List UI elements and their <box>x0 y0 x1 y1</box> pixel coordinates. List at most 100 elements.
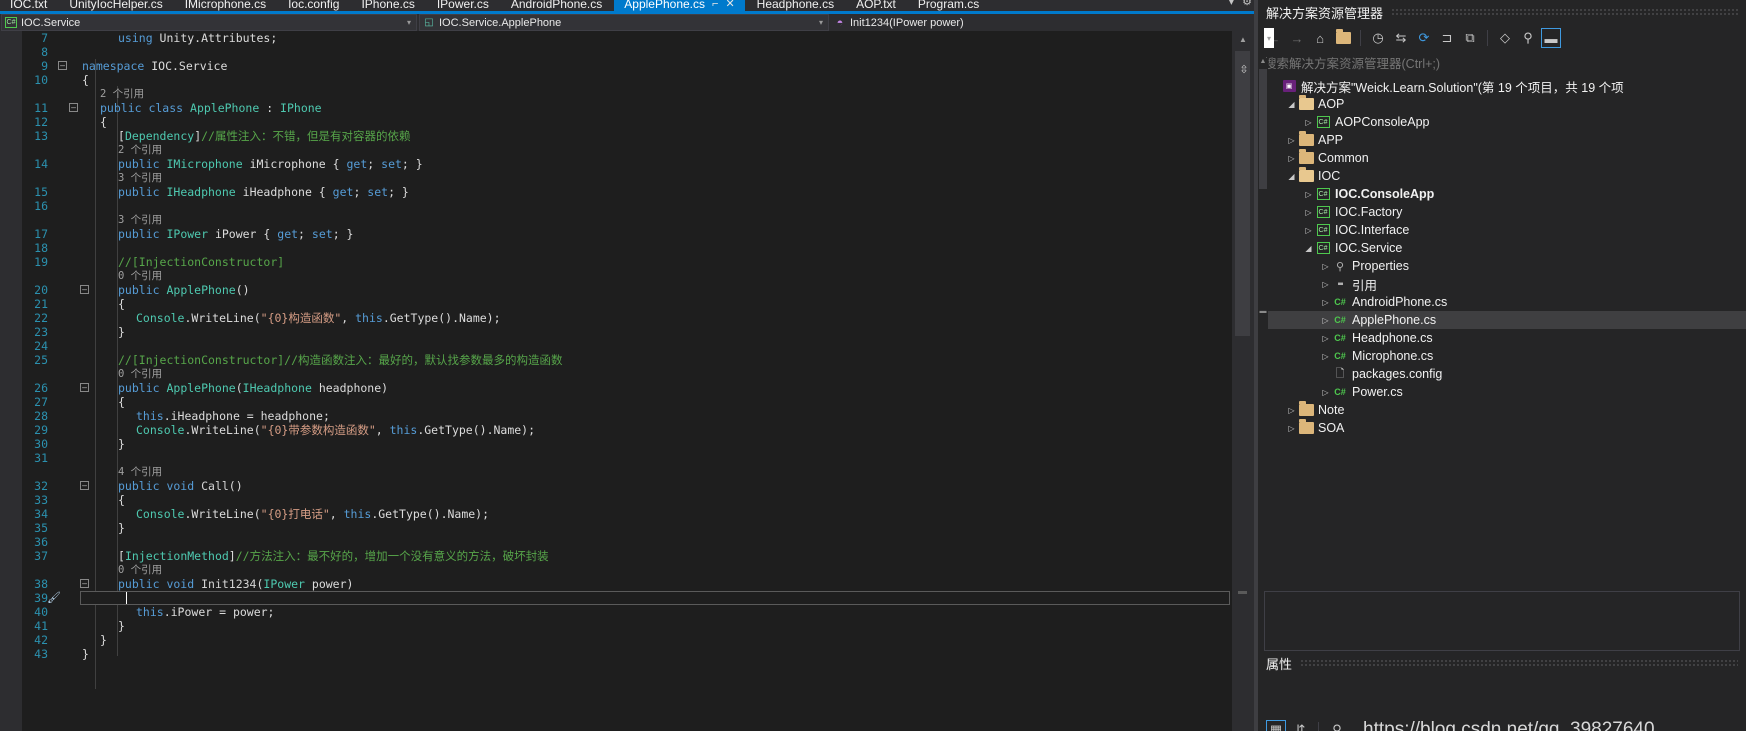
codelens-reference-count[interactable]: 0 个引用 <box>118 563 162 577</box>
show-all-files-icon[interactable]: ⧉ <box>1460 28 1480 48</box>
search-input[interactable] <box>1264 57 1740 71</box>
scrollbar-thumb[interactable] <box>1259 69 1267 189</box>
code-line[interactable]: 38 – public void Init1234(IPower power) <box>0 577 1232 591</box>
code-line[interactable]: 36 <box>0 535 1232 549</box>
code-line[interactable]: 22 Console.WriteLine("{0}构造函数", this.GetT… <box>0 311 1232 325</box>
code-line[interactable]: 31 <box>0 451 1232 465</box>
codelens-reference-count[interactable]: 3 个引用 <box>118 213 162 227</box>
code-line[interactable]: 30} <box>0 437 1232 451</box>
expanded-twisty-icon[interactable]: ◢ <box>1285 172 1298 181</box>
code-line[interactable]: 9 – namespace IOC.Service <box>0 59 1232 73</box>
code-line[interactable]: 24 <box>0 339 1232 353</box>
code-line[interactable]: 17 public IPower iPower { get; set; } <box>0 227 1232 241</box>
code-line[interactable]: 23} <box>0 325 1232 339</box>
code-line[interactable]: 33 { <box>0 493 1232 507</box>
preview-selected-items-icon[interactable]: ▬ <box>1541 28 1561 48</box>
codelens-row[interactable]: 2 个引用 <box>0 87 1232 101</box>
code-line[interactable]: 21 { <box>0 297 1232 311</box>
code-line[interactable]: 14 public IMicrophone iMicrophone { get; … <box>0 157 1232 171</box>
tree-item[interactable]: ▷ C# IOC.ConsoleApp <box>1258 185 1746 203</box>
codelens-row[interactable]: 3 个引用 <box>0 213 1232 227</box>
tree-item[interactable]: ▷ C# IOC.Factory <box>1258 203 1746 221</box>
solution-explorer-search[interactable] <box>1264 53 1740 75</box>
code-line[interactable]: 34 Console.WriteLine("{0}打电话", this.GetTy… <box>0 507 1232 521</box>
solution-explorer-tree[interactable]: ▣ 解决方案"Weick.Learn.Solution"(第 19 个项目，共 1… <box>1258 77 1746 607</box>
pin-tab-icon[interactable]: ⌐ <box>712 0 718 10</box>
tree-item[interactable]: 🗋 packages.config <box>1258 365 1746 383</box>
codelens-row[interactable]: 0 个引用 <box>0 269 1232 283</box>
code-line[interactable]: 37 [InjectionMethod]//方法注入：最不好的，增加一个没有意义的… <box>0 549 1232 563</box>
tree-item[interactable]: ▷ SOA <box>1258 419 1746 437</box>
collapsed-twisty-icon[interactable]: ▷ <box>1319 388 1332 397</box>
tree-item[interactable]: ▷ C# IOC.Interface <box>1258 221 1746 239</box>
tree-item[interactable]: ▷ ▪▪ 引用 <box>1258 275 1746 293</box>
codelens-reference-count[interactable]: 0 个引用 <box>118 269 162 283</box>
chevron-down-icon[interactable]: ▾ <box>407 18 413 27</box>
tree-item[interactable]: ▷ C# Power.cs <box>1258 383 1746 401</box>
fold-collapse-icon[interactable]: – <box>58 61 67 70</box>
collapsed-twisty-icon[interactable]: ▷ <box>1319 298 1332 307</box>
collapsed-twisty-icon[interactable]: ▷ <box>1319 280 1332 289</box>
code-line[interactable]: 10 { <box>0 73 1232 87</box>
tree-item[interactable]: ▷ C# AOPConsoleApp <box>1258 113 1746 131</box>
pending-changes-icon[interactable]: ◷ <box>1368 28 1388 48</box>
editor-vertical-scrollbar[interactable]: ▲ <box>1232 31 1254 731</box>
code-line[interactable]: 41} <box>0 619 1232 633</box>
member-selector-combo[interactable]: ◓ Init1234(IPower power) <box>831 14 1251 31</box>
forward-icon[interactable]: → <box>1287 28 1307 48</box>
sync-with-active-document-icon[interactable]: ⇆ <box>1391 28 1411 48</box>
collapsed-twisty-icon[interactable]: ▷ <box>1285 406 1298 415</box>
tree-item[interactable]: ◢ AOP <box>1258 95 1746 113</box>
refresh-icon[interactable]: ⟳ <box>1414 28 1434 48</box>
chevron-down-icon[interactable]: ▾ <box>819 18 825 27</box>
code-line[interactable]: 7 using Unity.Attributes; <box>0 31 1232 45</box>
expanded-twisty-icon[interactable]: ◢ <box>1285 100 1298 109</box>
gear-icon[interactable]: ⚙ <box>1242 0 1252 8</box>
tab-list-dropdown-icon[interactable]: ▾ <box>1229 0 1235 8</box>
collapse-all-icon[interactable]: ⊐ <box>1437 28 1457 48</box>
code-line[interactable]: 27 { <box>0 395 1232 409</box>
tree-item[interactable]: ▷ ⚲ Properties <box>1258 257 1746 275</box>
tree-item[interactable]: ▷ C# AndroidPhone.cs <box>1258 293 1746 311</box>
tree-item[interactable]: ▷ Note <box>1258 401 1746 419</box>
codelens-row[interactable]: 3 个引用 <box>0 171 1232 185</box>
fold-collapse-icon[interactable]: – <box>80 285 89 294</box>
tree-item[interactable]: ▷ C# Headphone.cs <box>1258 329 1746 347</box>
codelens-reference-count[interactable]: 2 个引用 <box>100 87 144 101</box>
codelens-row[interactable]: 2 个引用 <box>0 143 1232 157</box>
expanded-twisty-icon[interactable]: ◢ <box>1302 244 1315 253</box>
properties-wrench-icon[interactable]: ⚲ <box>1518 28 1538 48</box>
fold-collapse-icon[interactable]: – <box>69 103 78 112</box>
code-line[interactable]: 8 <box>0 45 1232 59</box>
collapsed-twisty-icon[interactable]: ▷ <box>1302 208 1315 217</box>
code-line[interactable]: 18 <box>0 241 1232 255</box>
tree-item[interactable]: ▷ C# ApplePhone.cs <box>1258 311 1746 329</box>
pending-changes-dropdown-icon[interactable]: ▾ <box>1264 28 1274 48</box>
solution-explorer-scrollbar[interactable]: ▲ ▬ <box>1258 58 1268 588</box>
scroll-up-icon[interactable]: ▲ <box>1258 58 1268 68</box>
scroll-up-icon[interactable]: ▲ <box>1232 31 1254 48</box>
code-line[interactable]: 15 public IHeadphone iHeadphone { get; se… <box>0 185 1232 199</box>
tree-item[interactable]: ▷ C# Microphone.cs <box>1258 347 1746 365</box>
codelens-reference-count[interactable]: 2 个引用 <box>118 143 162 157</box>
property-pages-icon[interactable]: ⚲ <box>1327 720 1347 731</box>
codelens-reference-count[interactable]: 4 个引用 <box>118 465 162 479</box>
code-line[interactable]: 19 //[InjectionConstructor] <box>0 255 1232 269</box>
codelens-row[interactable]: 0 个引用 <box>0 367 1232 381</box>
code-line[interactable]: 28 this.iHeadphone = headphone; <box>0 409 1232 423</box>
collapsed-twisty-icon[interactable]: ▷ <box>1319 352 1332 361</box>
collapsed-twisty-icon[interactable]: ▷ <box>1285 154 1298 163</box>
code-editor[interactable]: 7 using Unity.Attributes; 8 9 – namespace IOC… <box>0 31 1254 731</box>
collapsed-twisty-icon[interactable]: ▷ <box>1302 190 1315 199</box>
tree-item[interactable]: ▣ 解决方案"Weick.Learn.Solution"(第 19 个项目，共 1… <box>1258 77 1746 95</box>
code-line[interactable]: 25 //[InjectionConstructor]//构造函数注入：最好的，默… <box>0 353 1232 367</box>
fold-collapse-icon[interactable]: – <box>80 481 89 490</box>
codelens-row[interactable]: 4 个引用 <box>0 465 1232 479</box>
collapsed-twisty-icon[interactable]: ▷ <box>1285 136 1298 145</box>
collapsed-twisty-icon[interactable]: ▷ <box>1319 316 1332 325</box>
codelens-reference-count[interactable]: 0 个引用 <box>118 367 162 381</box>
code-line[interactable]: 29 Console.WriteLine("{0}带参数构造函数", this.G… <box>0 423 1232 437</box>
fold-collapse-icon[interactable]: – <box>80 579 89 588</box>
code-line[interactable]: 39{🖌 <box>0 591 1232 605</box>
editor-splitter-handle[interactable]: ⇳ <box>1236 63 1252 77</box>
